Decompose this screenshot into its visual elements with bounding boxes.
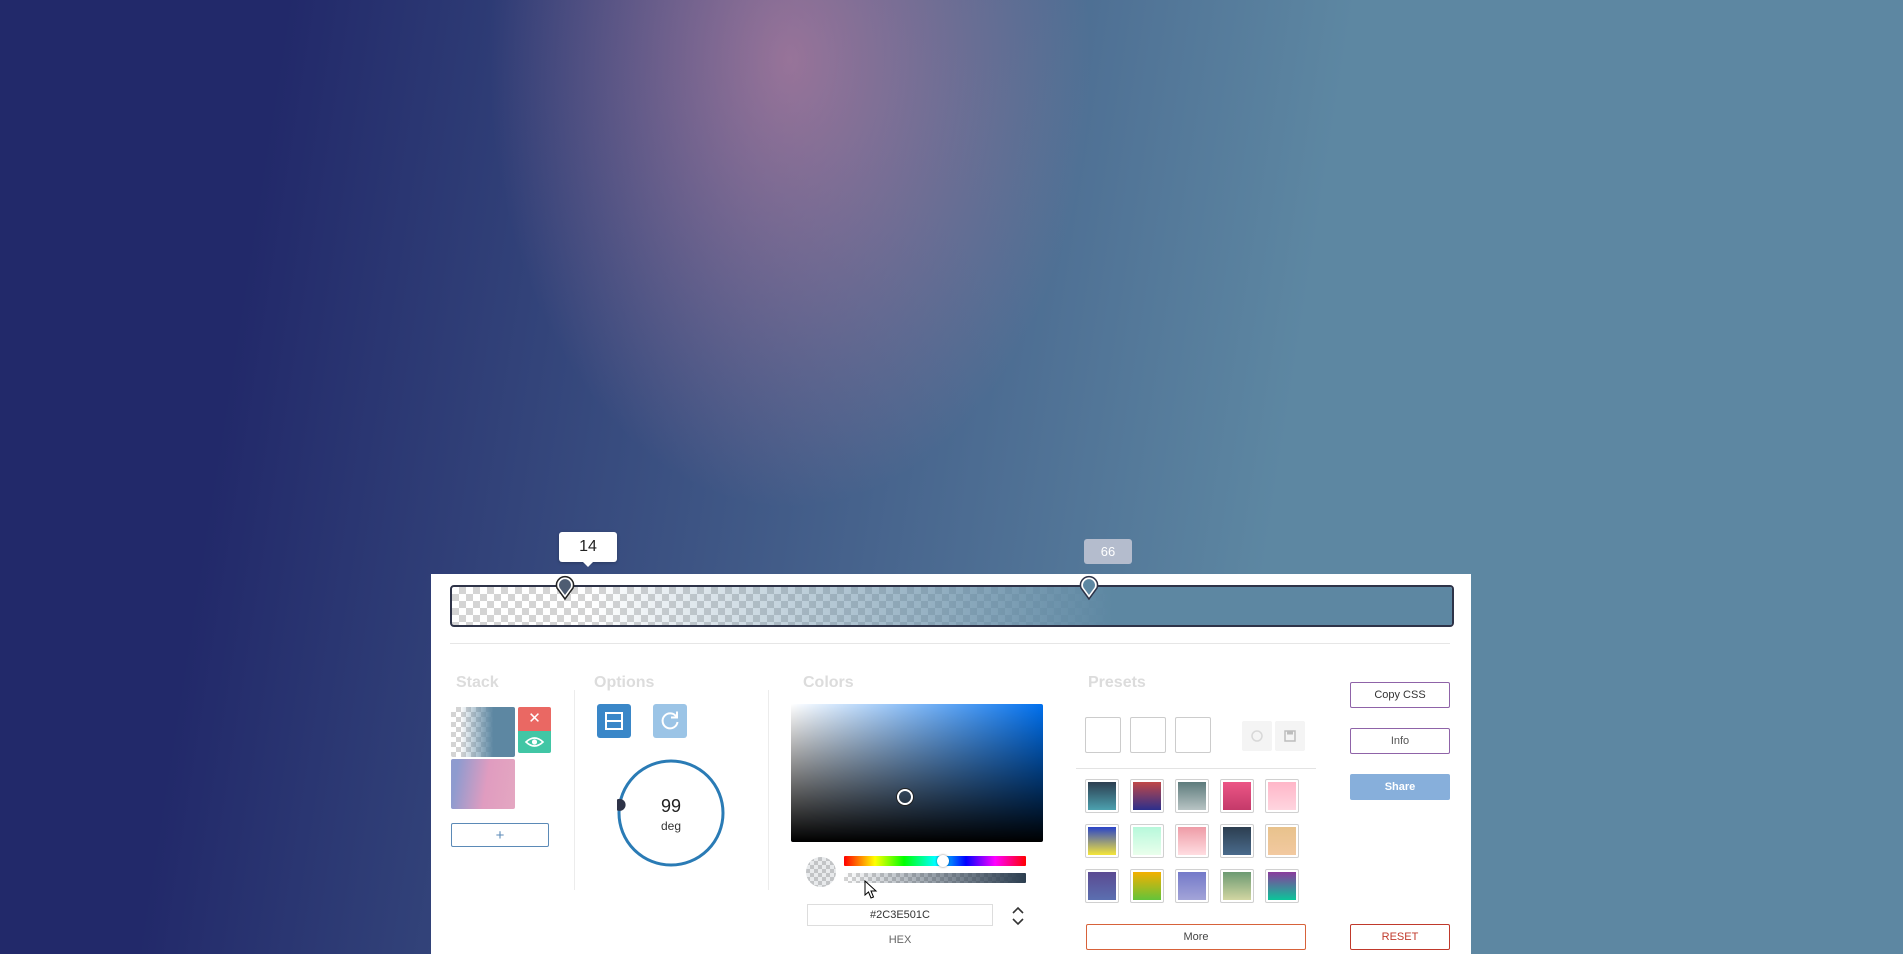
- colors-section-title: Colors: [803, 674, 854, 691]
- hex-input[interactable]: [807, 904, 993, 926]
- preset-swatch-fill: [1133, 827, 1161, 855]
- eye-icon: [524, 737, 545, 747]
- delete-layer-button[interactable]: ✕: [518, 707, 551, 731]
- preset-swatch-fill: [1088, 827, 1116, 855]
- angle-value: 99: [660, 796, 682, 816]
- hue-slider[interactable]: [844, 856, 1026, 866]
- angle-unit: deg: [660, 819, 682, 833]
- preset-swatch[interactable]: [1175, 869, 1209, 903]
- active-stop-position-label[interactable]: 14: [559, 532, 617, 567]
- preset-swatch-fill: [1088, 782, 1116, 810]
- divider: [1076, 768, 1316, 769]
- saved-preset-slot[interactable]: [1130, 717, 1166, 753]
- stop-position-label[interactable]: 66: [1084, 539, 1132, 564]
- preset-swatch[interactable]: [1085, 869, 1119, 903]
- add-layer-button[interactable]: +: [451, 823, 549, 847]
- color-preview-swatch: [806, 857, 836, 887]
- preset-swatch[interactable]: [1220, 779, 1254, 813]
- preset-swatch-fill: [1178, 827, 1206, 855]
- preset-swatch-fill: [1133, 782, 1161, 810]
- preset-swatch-fill: [1223, 827, 1251, 855]
- preset-swatch[interactable]: [1175, 824, 1209, 858]
- reset-button[interactable]: RESET: [1350, 924, 1450, 950]
- saved-preset-slot[interactable]: [1175, 717, 1211, 753]
- presets-section-title: Presets: [1088, 674, 1146, 691]
- stack-layer-current[interactable]: [451, 707, 515, 757]
- preset-swatch[interactable]: [1220, 824, 1254, 858]
- preset-swatch[interactable]: [1130, 779, 1164, 813]
- preset-swatch-fill: [1088, 872, 1116, 900]
- preset-swatch-fill: [1133, 872, 1161, 900]
- preset-swatch-fill: [1268, 782, 1296, 810]
- gradient-editor-panel: Stack Options Colors Presets ✕ + 99 deg: [431, 574, 1471, 954]
- save-preset-button[interactable]: [1275, 721, 1305, 751]
- preset-swatch[interactable]: [1220, 869, 1254, 903]
- preset-swatch-fill: [1268, 872, 1296, 900]
- preset-swatch-fill: [1223, 872, 1251, 900]
- gradient-stop-bar[interactable]: [450, 585, 1454, 627]
- save-icon: [1284, 730, 1296, 742]
- section-divider: [574, 690, 575, 890]
- preset-swatch[interactable]: [1130, 824, 1164, 858]
- linear-gradient-icon: [605, 712, 623, 730]
- copy-css-button[interactable]: Copy CSS: [1350, 682, 1450, 708]
- preset-swatch-fill: [1268, 827, 1296, 855]
- options-section-title: Options: [594, 674, 655, 691]
- history-button[interactable]: [1242, 721, 1272, 751]
- preset-swatch[interactable]: [1130, 869, 1164, 903]
- linear-mode-button[interactable]: [597, 704, 631, 738]
- section-divider: [768, 690, 769, 890]
- close-icon: ✕: [528, 710, 541, 727]
- info-button[interactable]: Info: [1350, 728, 1450, 754]
- divider: [450, 643, 1450, 644]
- preset-swatch[interactable]: [1085, 824, 1119, 858]
- preset-swatch[interactable]: [1265, 779, 1299, 813]
- toggle-visibility-button[interactable]: [518, 731, 551, 753]
- hex-format-label: HEX: [888, 934, 912, 946]
- share-button[interactable]: Share: [1350, 774, 1450, 800]
- hue-slider-handle[interactable]: [937, 855, 949, 867]
- refresh-icon: [661, 711, 679, 730]
- stack-section-title: Stack: [456, 674, 499, 691]
- preset-swatch-fill: [1178, 782, 1206, 810]
- format-toggle-icon[interactable]: [1009, 904, 1027, 928]
- saved-preset-slot[interactable]: [1085, 717, 1121, 753]
- radial-mode-button[interactable]: [653, 704, 687, 738]
- color-stop-handle[interactable]: [1078, 575, 1100, 601]
- preset-swatch[interactable]: [1265, 869, 1299, 903]
- preset-swatch[interactable]: [1085, 779, 1119, 813]
- more-presets-button[interactable]: More: [1086, 924, 1306, 950]
- preset-swatch-fill: [1178, 872, 1206, 900]
- saturation-value-picker[interactable]: [791, 704, 1043, 842]
- picker-cursor[interactable]: [897, 789, 913, 805]
- gradient-bar-fill: [452, 587, 1452, 625]
- color-stop-handle-active[interactable]: [554, 575, 576, 601]
- preset-swatch-fill: [1223, 782, 1251, 810]
- preset-swatch[interactable]: [1175, 779, 1209, 813]
- mouse-pointer-icon: [864, 880, 878, 899]
- history-icon: [1251, 730, 1263, 742]
- preset-swatch[interactable]: [1265, 824, 1299, 858]
- stack-layer-pink[interactable]: [451, 759, 515, 809]
